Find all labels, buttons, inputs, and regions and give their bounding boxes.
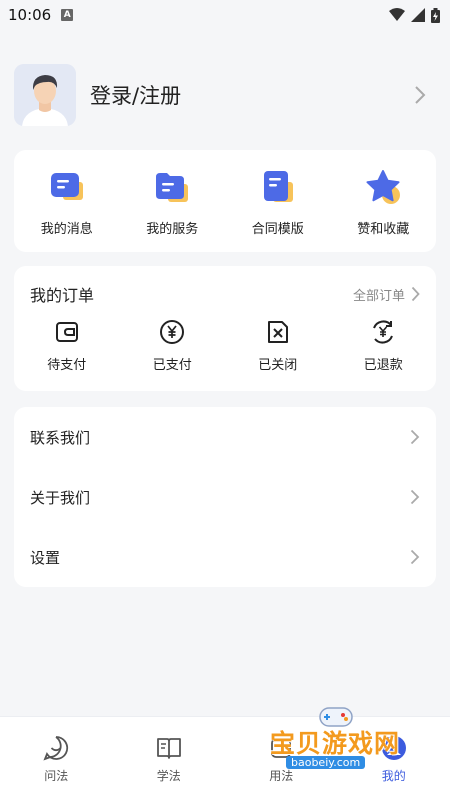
message-icon	[50, 173, 83, 200]
quick-item-contract-templates[interactable]: 合同模版	[225, 150, 331, 252]
quick-item-messages[interactable]: 我的消息	[14, 150, 120, 252]
orders-card: 我的订单 全部订单 待支付 已支付 已关闭 已退款	[14, 266, 436, 391]
status-bar: 10:06 A	[0, 0, 450, 30]
all-orders-link[interactable]: 全部订单	[353, 285, 420, 304]
menu-label: 关于我们	[30, 488, 91, 507]
quick-label: 我的消息	[40, 222, 93, 237]
menu-item-settings[interactable]: 设置	[30, 527, 420, 587]
quick-item-favorites[interactable]: 赞和收藏	[331, 150, 437, 252]
orders-title: 我的订单	[30, 286, 95, 305]
avatar[interactable]	[14, 64, 76, 126]
chevron-right-icon	[410, 549, 420, 565]
quick-label: 我的服务	[146, 222, 199, 237]
chevron-right-icon	[411, 286, 420, 302]
tab-learn-law[interactable]: 学法	[113, 717, 226, 800]
order-status-pending-payment[interactable]: 待支付	[14, 318, 120, 373]
book-icon	[156, 738, 181, 759]
settings-menu-card: 联系我们 关于我们 设置	[14, 407, 436, 587]
order-status-paid[interactable]: 已支付	[120, 318, 226, 373]
wifi-icon	[389, 8, 405, 21]
default-avatar-icon	[14, 64, 76, 126]
tab-ask-law[interactable]: 问法	[0, 717, 113, 800]
quick-label: 合同模版	[251, 222, 304, 237]
signal-icon	[411, 8, 425, 22]
order-status-refunded[interactable]: 已退款	[331, 318, 437, 373]
menu-item-contact-us[interactable]: 联系我们	[30, 407, 420, 467]
folder-icon	[156, 173, 189, 202]
closed-box-icon	[267, 321, 288, 343]
tab-label: 学法	[156, 769, 181, 783]
refund-icon	[373, 320, 394, 344]
watermark-logo: 宝贝游戏网 baobeiy.com	[266, 702, 414, 782]
star-icon	[366, 170, 401, 204]
order-label: 已退款	[363, 358, 403, 373]
menu-item-about-us[interactable]: 关于我们	[30, 467, 420, 527]
chevron-right-icon	[410, 489, 420, 505]
order-label: 已关闭	[258, 358, 298, 373]
all-orders-label: 全部订单	[352, 288, 405, 304]
yen-circle-icon	[160, 320, 185, 344]
watermark-text: 宝贝游戏网	[270, 729, 401, 758]
tab-label: 问法	[44, 769, 69, 783]
quick-label: 赞和收藏	[357, 222, 410, 237]
order-status-closed[interactable]: 已关闭	[225, 318, 331, 373]
menu-label: 设置	[30, 548, 61, 567]
chevron-right-icon[interactable]	[414, 85, 426, 105]
profile-header[interactable]: 登录/注册	[0, 40, 450, 150]
order-label: 已支付	[152, 358, 192, 373]
chevron-right-icon	[410, 429, 420, 445]
document-icon	[263, 171, 293, 202]
order-label: 待支付	[47, 358, 87, 373]
watermark-url: baobeiy.com	[286, 756, 366, 769]
status-time: 10:06	[8, 6, 52, 24]
menu-label: 联系我们	[30, 428, 91, 447]
chat-bubble-icon	[43, 736, 69, 761]
login-register-link[interactable]: 登录/注册	[90, 80, 181, 110]
quick-actions-card: 我的消息 我的服务 合同模版 赞和收藏	[14, 150, 436, 252]
quick-item-services[interactable]: 我的服务	[120, 150, 226, 252]
battery-icon	[431, 7, 440, 23]
a-notification-icon: A	[61, 9, 74, 21]
wallet-icon	[55, 322, 78, 342]
